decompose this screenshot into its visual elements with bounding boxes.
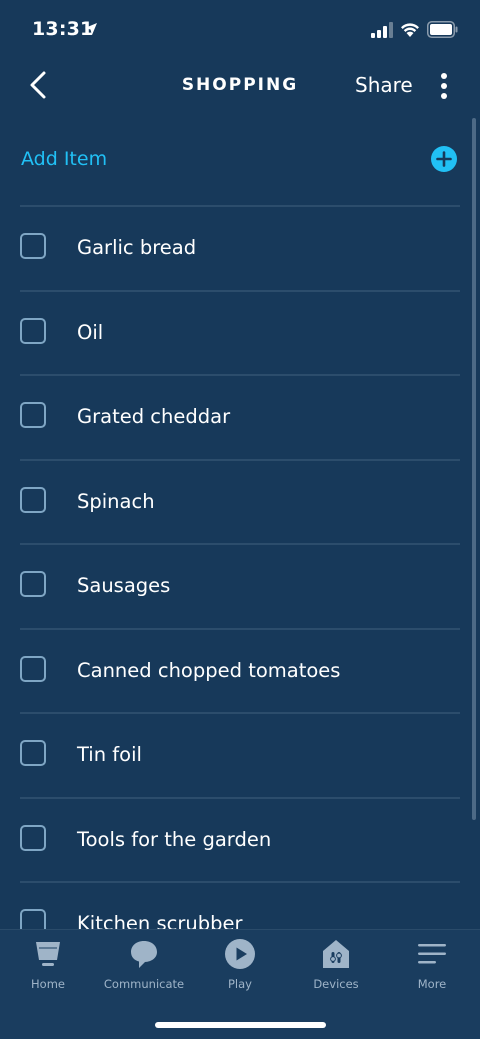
menu-lines-icon <box>418 944 446 964</box>
list-item[interactable]: Grated cheddar <box>0 376 480 461</box>
nav-more[interactable]: More <box>384 938 480 998</box>
add-item-row[interactable]: Add Item <box>0 138 480 182</box>
item-label: Sausages <box>77 574 171 597</box>
item-label: Tin foil <box>77 743 142 766</box>
nav-home[interactable]: Home <box>0 938 96 998</box>
item-label: Spinach <box>77 489 155 513</box>
wifi-icon <box>401 23 419 37</box>
location-arrow-icon <box>85 23 97 35</box>
list-item[interactable]: Tin foil <box>0 714 480 799</box>
nav-label: Home <box>31 977 65 991</box>
list-item[interactable]: Spinach <box>0 461 480 545</box>
list-item[interactable]: Garlic bread <box>0 207 480 292</box>
nav-label: Devices <box>313 977 359 991</box>
item-checkbox[interactable] <box>20 824 46 851</box>
back-chevron-icon[interactable] <box>24 70 54 100</box>
list-item[interactable]: Oil <box>0 292 480 376</box>
more-options-icon[interactable] <box>432 72 456 100</box>
item-label: Canned chopped tomatoes <box>77 658 341 682</box>
item-checkbox[interactable] <box>20 655 46 682</box>
chat-bubble-icon <box>131 941 157 968</box>
add-item-link[interactable]: Add Item <box>21 148 107 170</box>
status-bar: 13:31 <box>0 0 480 60</box>
item-label: Tools for the garden <box>77 827 272 851</box>
nav-communicate[interactable]: Communicate <box>96 938 192 998</box>
list-item[interactable]: Tools for the garden <box>0 799 480 883</box>
item-checkbox[interactable] <box>20 317 46 344</box>
nav-label: More <box>417 977 447 991</box>
item-label: Oil <box>77 320 104 344</box>
nav-devices[interactable]: Devices <box>288 938 384 998</box>
cellular-signal-icon <box>371 22 393 38</box>
item-checkbox[interactable] <box>20 233 46 259</box>
item-checkbox[interactable] <box>20 571 46 597</box>
add-plus-icon[interactable] <box>431 146 457 172</box>
battery-icon <box>427 21 458 38</box>
item-label: Grated cheddar <box>77 405 231 428</box>
item-checkbox[interactable] <box>20 486 46 513</box>
item-label: Garlic bread <box>77 236 197 259</box>
play-icon <box>225 939 255 969</box>
nav-play[interactable]: Play <box>192 938 288 998</box>
item-checkbox[interactable] <box>20 740 46 766</box>
list-item[interactable]: Canned chopped tomatoes <box>0 630 480 714</box>
home-icon <box>36 942 60 966</box>
shopping-list: Garlic bread Oil Grated cheddar Spinach … <box>0 207 480 968</box>
app-screen: 13:31 SHOPPING Share Add Item Garlic bre… <box>0 0 480 1039</box>
list-item[interactable]: Sausages <box>0 545 480 630</box>
item-checkbox[interactable] <box>20 402 46 428</box>
nav-label: Communicate <box>103 977 185 991</box>
nav-label: Play <box>228 977 252 991</box>
smart-home-icon <box>323 940 349 968</box>
home-indicator[interactable] <box>155 1022 326 1028</box>
app-header: SHOPPING Share <box>0 60 480 112</box>
scrollbar[interactable] <box>472 118 476 820</box>
share-button[interactable]: Share <box>355 73 413 97</box>
